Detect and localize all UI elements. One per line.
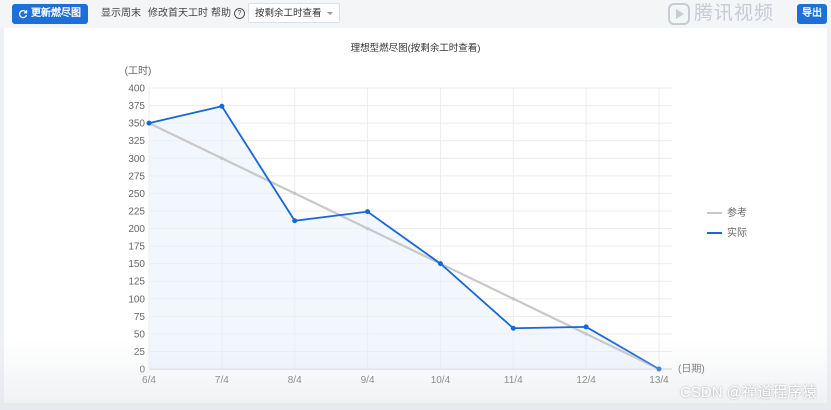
y-tick-label: 325 <box>128 136 145 147</box>
legend-label: 实际 <box>727 226 747 239</box>
x-tick-label: 10/4 <box>431 375 451 386</box>
x-tick-label: 9/4 <box>361 375 375 386</box>
y-tick-label: 25 <box>134 347 146 358</box>
x-tick-label: 13/4 <box>649 375 669 386</box>
data-point-actual <box>365 209 371 215</box>
data-point-actual <box>219 103 225 109</box>
data-point-reference <box>511 296 516 301</box>
x-tick-label: 11/4 <box>504 375 523 386</box>
y-axis-label: (工时) <box>125 65 152 77</box>
y-tick-label: 50 <box>134 329 146 340</box>
x-tick-label: 6/4 <box>142 375 156 386</box>
x-tick-label: 7/4 <box>215 375 229 386</box>
data-point-reference <box>584 332 588 336</box>
y-tick-label: 350 <box>128 119 145 130</box>
data-point-reference <box>220 156 224 161</box>
y-tick-label: 300 <box>128 154 145 165</box>
data-point-actual <box>146 120 152 126</box>
data-point-actual <box>292 218 298 224</box>
x-tick-label: 12/4 <box>576 375 596 386</box>
y-tick-label: 175 <box>128 242 145 253</box>
y-tick-label: 400 <box>128 84 145 95</box>
y-tick-label: 275 <box>128 171 145 182</box>
y-tick-label: 100 <box>128 294 145 305</box>
y-tick-label: 125 <box>128 277 145 288</box>
data-point-actual <box>437 261 443 267</box>
y-tick-label: 375 <box>128 101 145 112</box>
y-tick-label: 200 <box>128 224 145 235</box>
x-axis-label: (日期) <box>678 363 705 375</box>
burndown-chart: 0 25 50 75 100 125 150 175 200 225 250 275 300 325 350… <box>125 65 747 386</box>
y-tick-label: 75 <box>134 312 146 323</box>
csdn-watermark: CSDN @禅道程序猿 <box>680 384 817 401</box>
data-point-actual <box>510 325 516 331</box>
y-tick-label: 225 <box>128 206 145 217</box>
y-tick-label: 250 <box>128 189 145 200</box>
data-point-reference <box>365 226 370 231</box>
data-point-actual <box>656 366 662 372</box>
data-point-actual <box>583 324 589 330</box>
y-tick-label: 150 <box>128 259 145 270</box>
legend-label: 参考 <box>727 206 747 219</box>
x-tick-label: 8/4 <box>288 375 302 386</box>
y-tick-label: 0 <box>139 365 145 376</box>
data-point-reference <box>292 191 297 196</box>
